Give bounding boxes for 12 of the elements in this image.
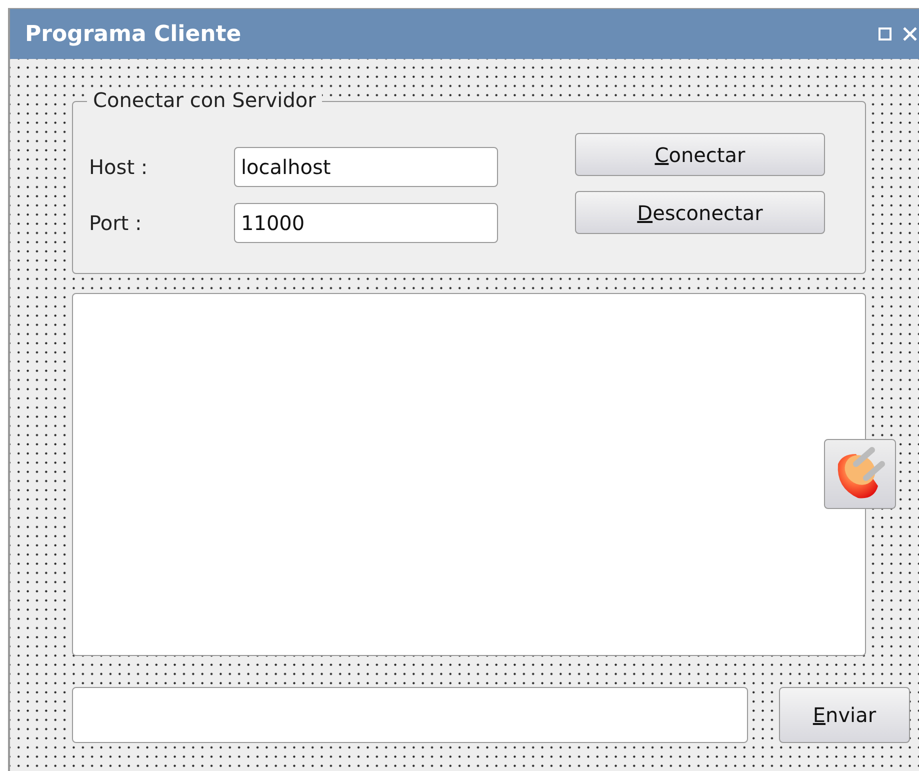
maximize-icon[interactable]: [878, 27, 892, 41]
push-button[interactable]: Conectar: [575, 133, 825, 176]
send-button[interactable]: Enviar: [779, 687, 910, 743]
close-icon[interactable]: [902, 26, 918, 42]
field-label: Host :: [89, 155, 149, 179]
window-title: Programa Cliente: [25, 22, 242, 46]
input-field[interactable]: localhost: [234, 147, 498, 187]
push-button[interactable]: Desconectar: [575, 191, 825, 234]
plug-icon: [824, 439, 896, 509]
message-field[interactable]: [72, 687, 748, 743]
input-field[interactable]: 11000: [234, 203, 498, 243]
field-label: Port :: [89, 211, 143, 235]
